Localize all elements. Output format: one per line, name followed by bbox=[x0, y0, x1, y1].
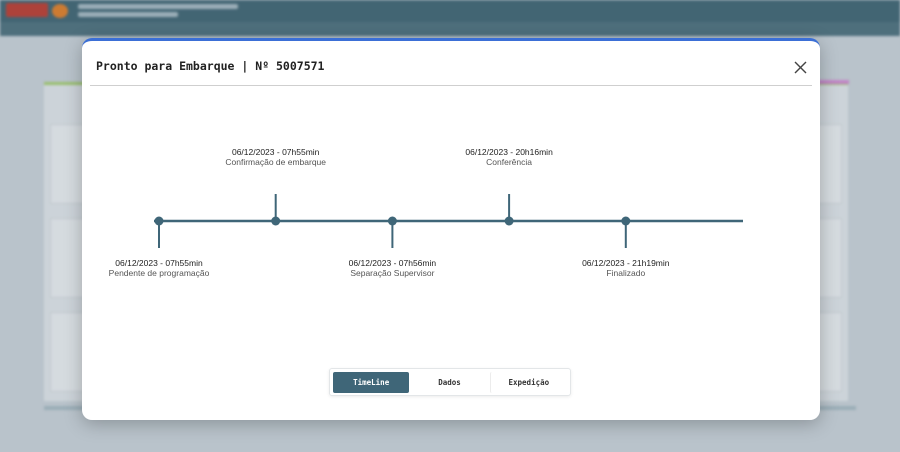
timeline-event: 06/12/2023 - 07h55min Pendente de program… bbox=[69, 258, 249, 278]
timeline-event-date: 06/12/2023 - 07h56min bbox=[348, 258, 437, 268]
timeline-event: 06/12/2023 - 07h55min Confirmação de emba… bbox=[186, 147, 366, 167]
timeline-event-date: 06/12/2023 - 07h55min bbox=[115, 258, 203, 268]
timeline-node bbox=[621, 216, 631, 226]
timeline-event-label: Finalizado bbox=[606, 268, 646, 278]
timeline-event-date: 06/12/2023 - 20h16min bbox=[465, 147, 553, 157]
tab-expedicao[interactable]: Expedição bbox=[489, 371, 567, 393]
timeline-event: 06/12/2023 - 20h16min Conferência bbox=[419, 147, 599, 167]
timeline-event-date: 06/12/2023 - 07h55min bbox=[231, 147, 320, 157]
timeline-event-label: Pendente de programação bbox=[108, 268, 210, 278]
timeline-event: 06/12/2023 - 07h56min Separação Superviso… bbox=[302, 258, 482, 278]
tab-timeline[interactable]: TimeLine bbox=[333, 371, 410, 393]
modal-tabs: TimeLine Dados Expedição bbox=[329, 368, 571, 396]
timeline-event-label: Separação Supervisor bbox=[350, 268, 435, 278]
timeline-event: 06/12/2023 - 21h19min Finalizado bbox=[536, 258, 716, 278]
timeline-event-label: Conferência bbox=[486, 157, 533, 167]
status-modal: Pronto para Embarque | Nº 5007571 06/12/… bbox=[82, 38, 820, 420]
timeline-event-label: Confirmação de embarque bbox=[225, 157, 326, 167]
timeline-node bbox=[271, 216, 281, 226]
timeline-node bbox=[387, 216, 397, 226]
timeline-event-date: 06/12/2023 - 21h19min bbox=[582, 258, 670, 268]
timeline-node bbox=[504, 216, 514, 226]
timeline-graphic bbox=[154, 194, 743, 248]
tab-dados[interactable]: Dados bbox=[411, 372, 487, 393]
timeline-node bbox=[154, 216, 164, 226]
